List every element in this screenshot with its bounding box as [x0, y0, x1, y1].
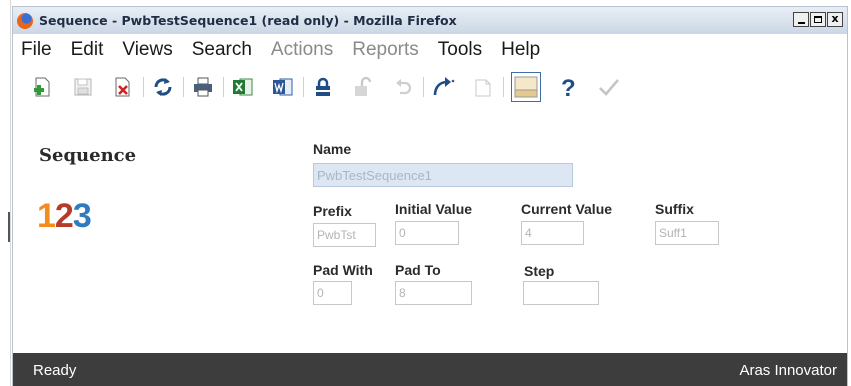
title-bar[interactable]: Sequence - PwbTestSequence1 (read only) … [13, 7, 847, 34]
browser-window: Sequence - PwbTestSequence1 (read only) … [12, 6, 848, 386]
page-edge-line [10, 0, 11, 386]
new-item-icon[interactable] [31, 75, 55, 99]
menu-reports[interactable]: Reports [352, 39, 419, 61]
status-text: Ready [33, 361, 77, 379]
help-icon[interactable]: ? [557, 75, 581, 99]
print-icon[interactable] [191, 75, 224, 99]
close-button[interactable]: x [827, 12, 843, 27]
sequence-logo: 123 [37, 197, 92, 235]
window-title: Sequence - PwbTestSequence1 (read only) … [39, 13, 457, 28]
menu-edit[interactable]: Edit [71, 39, 104, 61]
product-name: Aras Innovator [739, 361, 837, 379]
initial-value-label: Initial Value [395, 201, 473, 217]
save-icon[interactable] [71, 75, 95, 99]
new-document-icon[interactable] [471, 75, 504, 99]
lock-icon[interactable] [311, 75, 335, 99]
current-value-field[interactable]: 4 [521, 221, 584, 245]
page-title: Sequence [39, 145, 137, 166]
svg-text:?: ? [561, 75, 576, 99]
undo-icon[interactable] [391, 75, 424, 99]
pad-with-label: Pad With [313, 262, 373, 278]
menu-tools[interactable]: Tools [438, 39, 482, 61]
suffix-label: Suffix [655, 201, 694, 217]
menu-bar: File Edit Views Search Actions Reports T… [13, 34, 847, 66]
check-icon[interactable] [597, 75, 621, 99]
pad-with-field[interactable]: 0 [313, 281, 352, 305]
pad-to-label: Pad To [395, 262, 441, 278]
menu-help[interactable]: Help [501, 39, 540, 61]
suffix-field[interactable]: Suff1 [655, 221, 719, 245]
layout-toggle-icon[interactable] [511, 72, 541, 102]
unlock-icon[interactable] [351, 75, 375, 99]
name-field[interactable]: PwbTestSequence1 [313, 163, 573, 187]
refresh-icon[interactable] [151, 75, 184, 99]
initial-value-field[interactable]: 0 [395, 221, 459, 245]
name-label: Name [313, 141, 352, 157]
window-controls: x [793, 12, 843, 27]
menu-search[interactable]: Search [192, 39, 252, 61]
redo-icon[interactable] [431, 75, 455, 99]
word-icon[interactable] [271, 75, 304, 99]
menu-views[interactable]: Views [122, 39, 172, 61]
step-label: Step [524, 263, 555, 279]
firefox-icon [17, 12, 33, 29]
pad-to-field[interactable]: 8 [395, 281, 472, 305]
step-field[interactable] [523, 281, 599, 305]
prefix-field[interactable]: PwbTst [313, 223, 376, 247]
delete-icon[interactable] [111, 75, 144, 99]
status-bar: Ready Aras Innovator [13, 353, 847, 386]
menu-actions[interactable]: Actions [271, 39, 333, 61]
prefix-label: Prefix [313, 203, 352, 219]
minimize-button[interactable] [793, 12, 809, 27]
current-value-label: Current Value [521, 201, 613, 217]
toolbar: ? [13, 69, 847, 105]
maximize-button[interactable] [810, 12, 826, 27]
page-edge-mark [8, 212, 10, 242]
excel-icon[interactable] [231, 75, 255, 99]
menu-file[interactable]: File [21, 39, 52, 61]
